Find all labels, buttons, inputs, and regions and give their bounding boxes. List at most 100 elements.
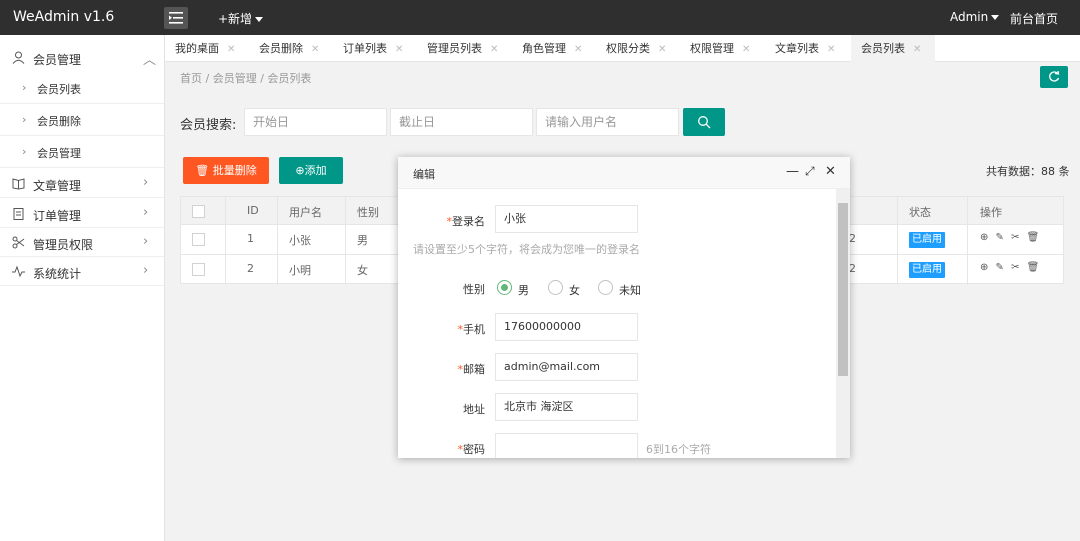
close-icon[interactable]: ✕: [490, 44, 498, 55]
breadcrumb-current: 会员列表: [267, 72, 312, 85]
close-icon[interactable]: ✕: [742, 44, 750, 55]
dialog-title: 编辑: [413, 168, 435, 181]
front-page-link[interactable]: 前台首页: [1010, 10, 1058, 27]
user-icon: [12, 51, 25, 64]
search-button[interactable]: [683, 108, 725, 136]
edit-dialog: 编辑 — ⤢ ✕ *登录名 小张 请设置至少5个字符，将会成为您唯一的登录名 性…: [398, 157, 850, 458]
sidebar-item-member-list[interactable]: › 会员列表: [0, 72, 164, 104]
close-icon[interactable]: ✕: [395, 44, 403, 55]
username-search-input[interactable]: 请输入用户名: [536, 108, 679, 136]
chevron-right-icon: ›: [143, 175, 149, 190]
close-icon[interactable]: ✕: [827, 44, 835, 55]
book-icon: [12, 178, 25, 190]
minimize-icon[interactable]: —: [786, 164, 799, 179]
scrollbar-thumb[interactable]: [838, 203, 848, 376]
breadcrumb: 首页 / 会员管理 / 会员列表: [180, 72, 312, 85]
search-label: 会员搜索:: [180, 118, 237, 133]
chevron-right-icon: ›: [143, 263, 149, 278]
caret-down-icon: [255, 17, 264, 22]
add-button[interactable]: ⊕添加: [279, 157, 343, 184]
header-actions: 操作: [980, 206, 1002, 219]
tab-member-delete[interactable]: 会员删除 ✕: [249, 35, 333, 62]
chevron-right-icon: ›: [22, 81, 27, 94]
password-hint: 6到16个字符: [646, 443, 711, 456]
header-id: ID: [247, 204, 259, 217]
close-icon[interactable]: ✕: [913, 44, 921, 55]
gender-radio-female[interactable]: [548, 280, 563, 295]
total-count: 共有数据：88 条: [986, 165, 1070, 178]
close-icon[interactable]: ✕: [658, 44, 666, 55]
breadcrumb-home[interactable]: 首页: [180, 72, 202, 85]
sidebar-item-member-manage[interactable]: › 会员管理: [0, 136, 164, 168]
sidebar-group-articles[interactable]: 文章管理 ›: [0, 169, 164, 198]
sidebar-group-orders[interactable]: 订单管理 ›: [0, 199, 164, 228]
batch-delete-button[interactable]: 🗑 批量删除: [183, 157, 269, 184]
refresh-button[interactable]: [1040, 66, 1068, 88]
end-date-input[interactable]: 截止日: [390, 108, 533, 136]
email-input[interactable]: admin@mail.com: [495, 353, 638, 381]
login-name-label: *登录名: [446, 215, 486, 228]
tab-order-list[interactable]: 订单列表 ✕: [333, 35, 417, 62]
tab-permission-category[interactable]: 权限分类 ✕: [596, 35, 680, 62]
chevron-up-icon: ︿: [143, 53, 157, 68]
tab-member-list[interactable]: 会员列表 ✕: [851, 35, 935, 62]
menu-icon: [169, 12, 183, 24]
chevron-right-icon: ›: [143, 234, 149, 249]
row-actions[interactable]: ⊕ ✎ ✂ 🗑: [980, 232, 1041, 243]
caret-down-icon: [991, 15, 1000, 20]
pulse-icon: [12, 265, 25, 278]
address-label: 地址: [463, 403, 485, 416]
login-name-input[interactable]: 小张: [495, 205, 638, 233]
trash-icon: 🗑: [195, 164, 210, 177]
password-label: *密码: [457, 443, 486, 456]
maximize-icon[interactable]: ⤢: [805, 164, 815, 179]
header-status: 状态: [909, 206, 931, 219]
gender-label: 性别: [463, 283, 485, 296]
row-checkbox[interactable]: [192, 263, 205, 276]
tab-bar: 我的桌面 ✕ 会员删除 ✕ 订单列表 ✕ 管理员列表 ✕ 角色管理 ✕ 权限分类 ✕ 权限管…: [165, 35, 1080, 62]
select-all-checkbox[interactable]: [192, 205, 205, 218]
sidebar-group-statistics[interactable]: 系统统计 ›: [0, 257, 164, 286]
start-date-input[interactable]: 开始日: [244, 108, 387, 136]
email-label: *邮箱: [457, 363, 486, 376]
chevron-right-icon: ›: [22, 145, 27, 158]
status-badge[interactable]: 已启用: [909, 232, 945, 248]
refresh-icon: [1049, 71, 1060, 82]
gender-radio-male[interactable]: [497, 280, 512, 295]
phone-label: *手机: [457, 323, 486, 336]
close-icon[interactable]: ✕: [311, 44, 319, 55]
sidebar: 会员管理 ︿ › 会员列表 › 会员删除 › 会员管理 文章管理 › 订单管理 …: [0, 35, 165, 541]
address-input[interactable]: 北京市 海淀区: [495, 393, 638, 421]
header-gender: 性别: [357, 206, 379, 219]
breadcrumb-members[interactable]: 会员管理: [213, 72, 257, 85]
plus-circle-icon: ⊕: [295, 164, 305, 177]
new-dropdown[interactable]: +新增: [218, 10, 264, 27]
app-logo[interactable]: WeAdmin v1.6: [13, 9, 114, 25]
close-icon[interactable]: ✕: [574, 44, 582, 55]
tab-desktop[interactable]: 我的桌面 ✕: [165, 35, 249, 62]
sidebar-item-member-delete[interactable]: › 会员删除: [0, 104, 164, 136]
row-actions[interactable]: ⊕ ✎ ✂ 🗑: [980, 262, 1041, 273]
tab-permission-manage[interactable]: 权限管理 ✕: [680, 35, 765, 62]
gender-radio-unknown[interactable]: [598, 280, 613, 295]
admin-dropdown[interactable]: Admin: [950, 10, 1000, 24]
dialog-body: *登录名 小张 请设置至少5个字符，将会成为您唯一的登录名 性别 男 女 未知 …: [398, 189, 836, 458]
password-input[interactable]: [495, 433, 638, 458]
close-icon[interactable]: ✕: [825, 164, 836, 179]
row-checkbox[interactable]: [192, 233, 205, 246]
close-icon[interactable]: ✕: [227, 44, 235, 55]
tab-article-list[interactable]: 文章列表 ✕: [765, 35, 850, 62]
tab-role-manage[interactable]: 角色管理 ✕: [512, 35, 596, 62]
chevron-right-icon: ›: [143, 205, 149, 220]
dialog-header: 编辑 — ⤢ ✕: [398, 157, 850, 189]
login-name-hint: 请设置至少5个字符，将会成为您唯一的登录名: [413, 243, 640, 256]
tab-admin-list[interactable]: 管理员列表 ✕: [417, 35, 512, 62]
status-badge[interactable]: 已启用: [909, 262, 945, 278]
clipboard-icon: [13, 208, 24, 220]
chevron-right-icon: ›: [22, 113, 27, 126]
sidebar-group-admin-permissions[interactable]: 管理员权限 ›: [0, 228, 164, 257]
top-bar: WeAdmin v1.6 +新增 Admin 前台首页: [0, 0, 1080, 35]
phone-input[interactable]: 17600000000: [495, 313, 638, 341]
menu-toggle-button[interactable]: [164, 7, 188, 29]
sidebar-group-members[interactable]: 会员管理 ︿: [0, 43, 164, 72]
